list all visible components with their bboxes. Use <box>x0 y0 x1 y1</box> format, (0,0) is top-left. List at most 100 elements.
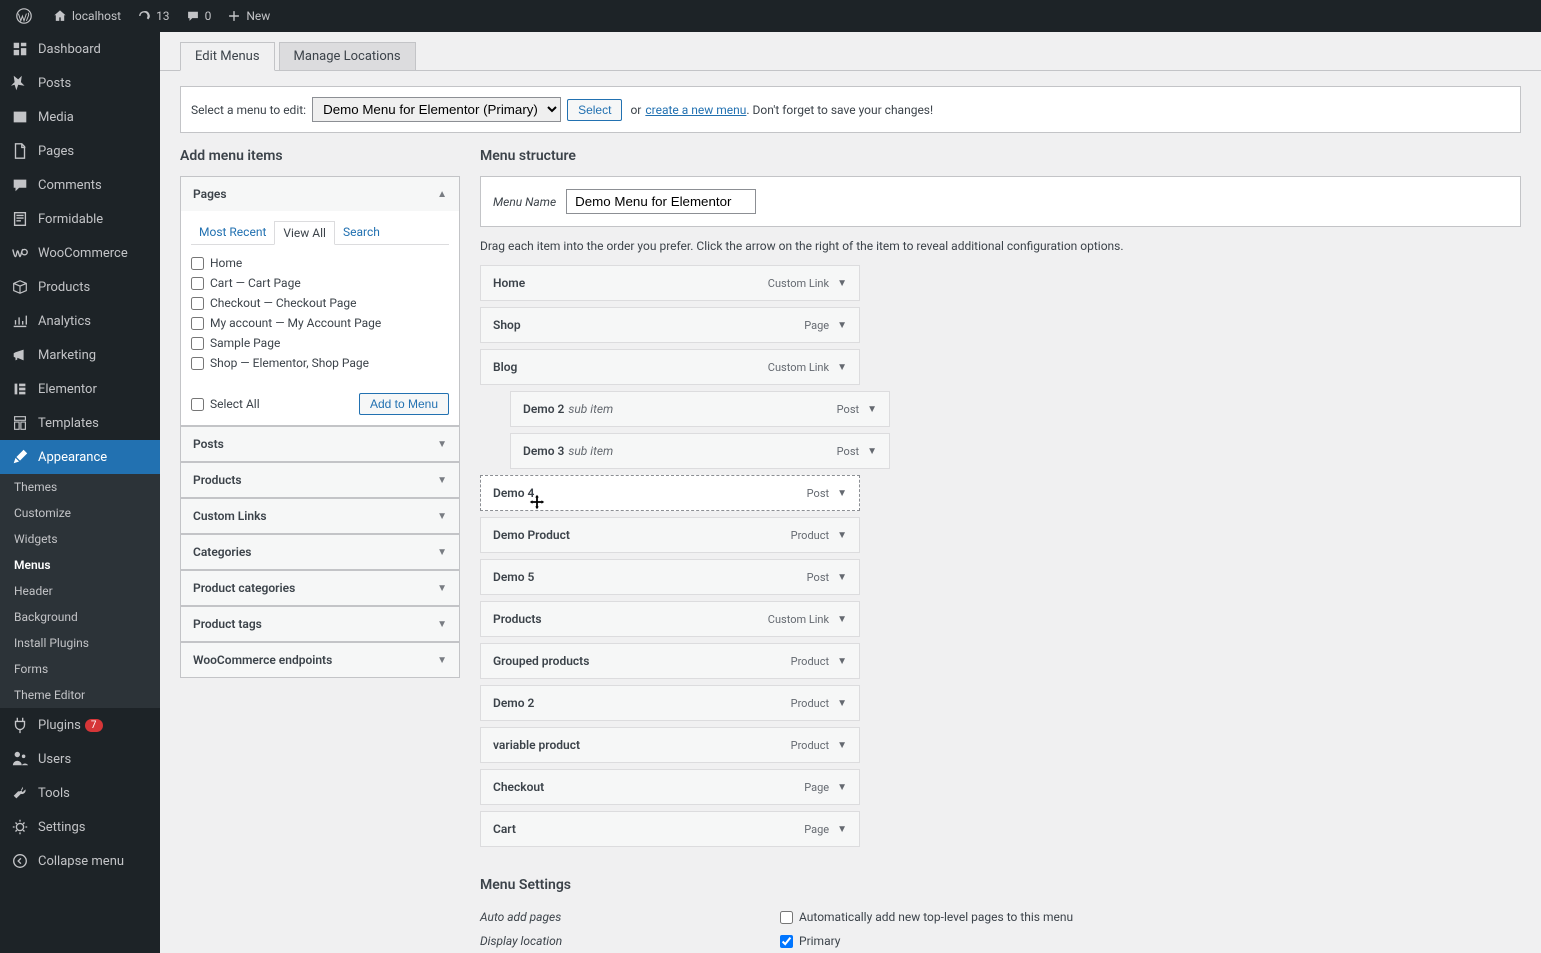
chevron-down-icon[interactable]: ▼ <box>837 530 847 541</box>
tab-manage-locations[interactable]: Manage Locations <box>279 42 416 71</box>
page-check-row[interactable]: Sample Page <box>191 333 449 353</box>
menu-item-type: Page▼ <box>804 781 847 794</box>
chevron-down-icon[interactable]: ▼ <box>837 824 847 835</box>
auto-add-option[interactable]: Automatically add new top-level pages to… <box>780 910 1073 924</box>
display-location-option[interactable]: Primary <box>780 934 840 948</box>
sidebar-item-users[interactable]: Users <box>0 742 160 776</box>
accordion-header[interactable]: Products▼ <box>181 463 459 497</box>
menu-item-cart[interactable]: CartPage▼ <box>480 811 860 847</box>
sidebar-item-settings[interactable]: Settings <box>0 810 160 844</box>
chevron-down-icon[interactable]: ▼ <box>837 782 847 793</box>
menu-name-input[interactable] <box>566 189 756 214</box>
sidebar-item-woocommerce[interactable]: WooCommerce <box>0 236 160 270</box>
sidebar-item-elementor[interactable]: Elementor <box>0 372 160 406</box>
menu-item-label: Grouped products <box>493 654 589 668</box>
sidebar-item-plugins[interactable]: Plugins7 <box>0 708 160 742</box>
pages-tab-recent[interactable]: Most Recent <box>191 221 274 244</box>
tab-edit-menus[interactable]: Edit Menus <box>180 42 275 71</box>
sidebar-sub-header[interactable]: Header <box>0 578 160 604</box>
menu-item-demo-3[interactable]: Demo 3sub itemPost▼ <box>510 433 890 469</box>
chevron-down-icon[interactable]: ▼ <box>867 446 877 457</box>
sidebar-sub-background[interactable]: Background <box>0 604 160 630</box>
menu-item-demo-product[interactable]: Demo ProductProduct▼ <box>480 517 860 553</box>
wp-logo[interactable] <box>8 0 45 32</box>
display-location-checkbox[interactable] <box>780 935 793 948</box>
chevron-down-icon[interactable]: ▼ <box>837 488 847 499</box>
menu-item-home[interactable]: HomeCustom Link▼ <box>480 265 860 301</box>
sidebar-item-appearance[interactable]: Appearance <box>0 440 160 474</box>
chevron-down-icon[interactable]: ▼ <box>837 572 847 583</box>
menu-item-products[interactable]: ProductsCustom Link▼ <box>480 601 860 637</box>
accordion-header[interactable]: Custom Links▼ <box>181 499 459 533</box>
create-menu-link[interactable]: create a new menu <box>645 103 746 117</box>
menu-select[interactable]: Demo Menu for Elementor (Primary) <box>312 97 561 122</box>
sidebar-item-analytics[interactable]: Analytics <box>0 304 160 338</box>
sidebar-item-posts[interactable]: Posts <box>0 66 160 100</box>
pin-icon <box>10 74 30 92</box>
page-checkbox[interactable] <box>191 297 204 310</box>
menu-item-demo-2[interactable]: Demo 2Product▼ <box>480 685 860 721</box>
sidebar-item-templates[interactable]: Templates <box>0 406 160 440</box>
page-checkbox[interactable] <box>191 277 204 290</box>
pages-tab-all[interactable]: View All <box>274 221 335 245</box>
chevron-down-icon[interactable]: ▼ <box>837 362 847 373</box>
comments-link[interactable]: 0 <box>178 0 220 32</box>
sidebar-sub-forms[interactable]: Forms <box>0 656 160 682</box>
new-link[interactable]: New <box>219 0 278 32</box>
menu-item-demo-2[interactable]: Demo 2sub itemPost▼ <box>510 391 890 427</box>
page-checkbox[interactable] <box>191 317 204 330</box>
sidebar-sub-menus[interactable]: Menus <box>0 552 160 578</box>
page-checkbox[interactable] <box>191 257 204 270</box>
accordion-header[interactable]: WooCommerce endpoints▼ <box>181 643 459 677</box>
select-button[interactable]: Select <box>567 99 622 121</box>
page-checkbox[interactable] <box>191 357 204 370</box>
accordion-header[interactable]: Categories▼ <box>181 535 459 569</box>
updates-link[interactable]: 13 <box>129 0 178 32</box>
menu-item-demo-4[interactable]: Demo 4Post▼ <box>480 475 860 511</box>
menu-item-checkout[interactable]: CheckoutPage▼ <box>480 769 860 805</box>
site-link[interactable]: localhost <box>45 0 129 32</box>
sidebar-item-media[interactable]: Media <box>0 100 160 134</box>
accordion-header[interactable]: Posts▼ <box>181 427 459 461</box>
menu-item-blog[interactable]: BlogCustom Link▼ <box>480 349 860 385</box>
accordion-header[interactable]: Product tags▼ <box>181 607 459 641</box>
sidebar-item-formidable[interactable]: Formidable <box>0 202 160 236</box>
menu-item-demo-5[interactable]: Demo 5Post▼ <box>480 559 860 595</box>
sidebar-item-marketing[interactable]: Marketing <box>0 338 160 372</box>
box-icon <box>10 278 30 296</box>
page-checkbox[interactable] <box>191 337 204 350</box>
sidebar-item-collapse-menu[interactable]: Collapse menu <box>0 844 160 878</box>
accordion-pages-header[interactable]: Pages ▲ <box>181 177 459 211</box>
page-check-row[interactable]: My account — My Account Page <box>191 313 449 333</box>
sidebar-sub-widgets[interactable]: Widgets <box>0 526 160 552</box>
auto-add-checkbox[interactable] <box>780 911 793 924</box>
sidebar-sub-customize[interactable]: Customize <box>0 500 160 526</box>
page-check-row[interactable]: Checkout — Checkout Page <box>191 293 449 313</box>
sidebar-item-pages[interactable]: Pages <box>0 134 160 168</box>
page-check-row[interactable]: Cart — Cart Page <box>191 273 449 293</box>
chevron-down-icon[interactable]: ▼ <box>837 614 847 625</box>
select-all-checkbox[interactable] <box>191 398 204 411</box>
page-check-row[interactable]: Home <box>191 253 449 273</box>
chevron-down-icon[interactable]: ▼ <box>837 278 847 289</box>
sidebar-item-comments[interactable]: Comments <box>0 168 160 202</box>
add-to-menu-button[interactable]: Add to Menu <box>359 393 449 415</box>
chevron-down-icon[interactable]: ▼ <box>837 656 847 667</box>
sidebar-sub-install-plugins[interactable]: Install Plugins <box>0 630 160 656</box>
select-all-row[interactable]: Select All <box>191 394 260 414</box>
menu-item-grouped-products[interactable]: Grouped productsProduct▼ <box>480 643 860 679</box>
sidebar-item-products[interactable]: Products <box>0 270 160 304</box>
pages-tab-search[interactable]: Search <box>335 221 388 244</box>
menu-item-variable-product[interactable]: variable productProduct▼ <box>480 727 860 763</box>
chevron-down-icon[interactable]: ▼ <box>837 698 847 709</box>
sidebar-sub-theme-editor[interactable]: Theme Editor <box>0 682 160 708</box>
accordion-header[interactable]: Product categories▼ <box>181 571 459 605</box>
sidebar-sub-themes[interactable]: Themes <box>0 474 160 500</box>
chevron-down-icon[interactable]: ▼ <box>837 320 847 331</box>
sidebar-item-tools[interactable]: Tools <box>0 776 160 810</box>
chevron-down-icon[interactable]: ▼ <box>837 740 847 751</box>
menu-item-shop[interactable]: ShopPage▼ <box>480 307 860 343</box>
chevron-down-icon[interactable]: ▼ <box>867 404 877 415</box>
sidebar-item-dashboard[interactable]: Dashboard <box>0 32 160 66</box>
page-check-row[interactable]: Shop — Elementor, Shop Page <box>191 353 449 373</box>
